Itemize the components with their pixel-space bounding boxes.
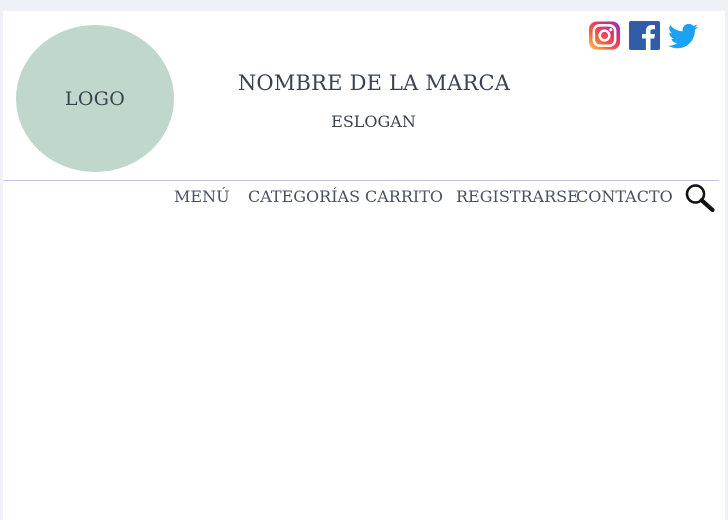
nav-item-cart[interactable]: CARRITO xyxy=(365,187,443,206)
nav-item-register[interactable]: REGISTRARSE xyxy=(456,187,579,206)
brand-name: NOMBRE DE LA MARCA xyxy=(237,71,511,95)
header-divider xyxy=(3,180,719,181)
logo-text: LOGO xyxy=(64,87,126,110)
twitter-link[interactable] xyxy=(667,21,700,51)
twitter-icon xyxy=(667,21,700,51)
logo[interactable]: LOGO xyxy=(16,25,174,172)
instagram-icon xyxy=(588,21,621,51)
instagram-link[interactable] xyxy=(588,21,621,51)
nav-item-contact[interactable]: CONTACTO xyxy=(576,187,673,206)
nav-item-categories[interactable]: CATEGORÍAS xyxy=(248,187,360,206)
search-button[interactable] xyxy=(684,183,716,213)
facebook-icon xyxy=(628,21,661,51)
slogan: ESLOGAN xyxy=(331,112,416,131)
nav-item-menu[interactable]: MENÚ xyxy=(174,187,230,206)
facebook-link[interactable] xyxy=(628,21,661,51)
page: LOGO NOMBRE DE LA MARCA ESLOGAN MENÚ CAT… xyxy=(3,11,725,520)
search-icon xyxy=(684,183,716,213)
